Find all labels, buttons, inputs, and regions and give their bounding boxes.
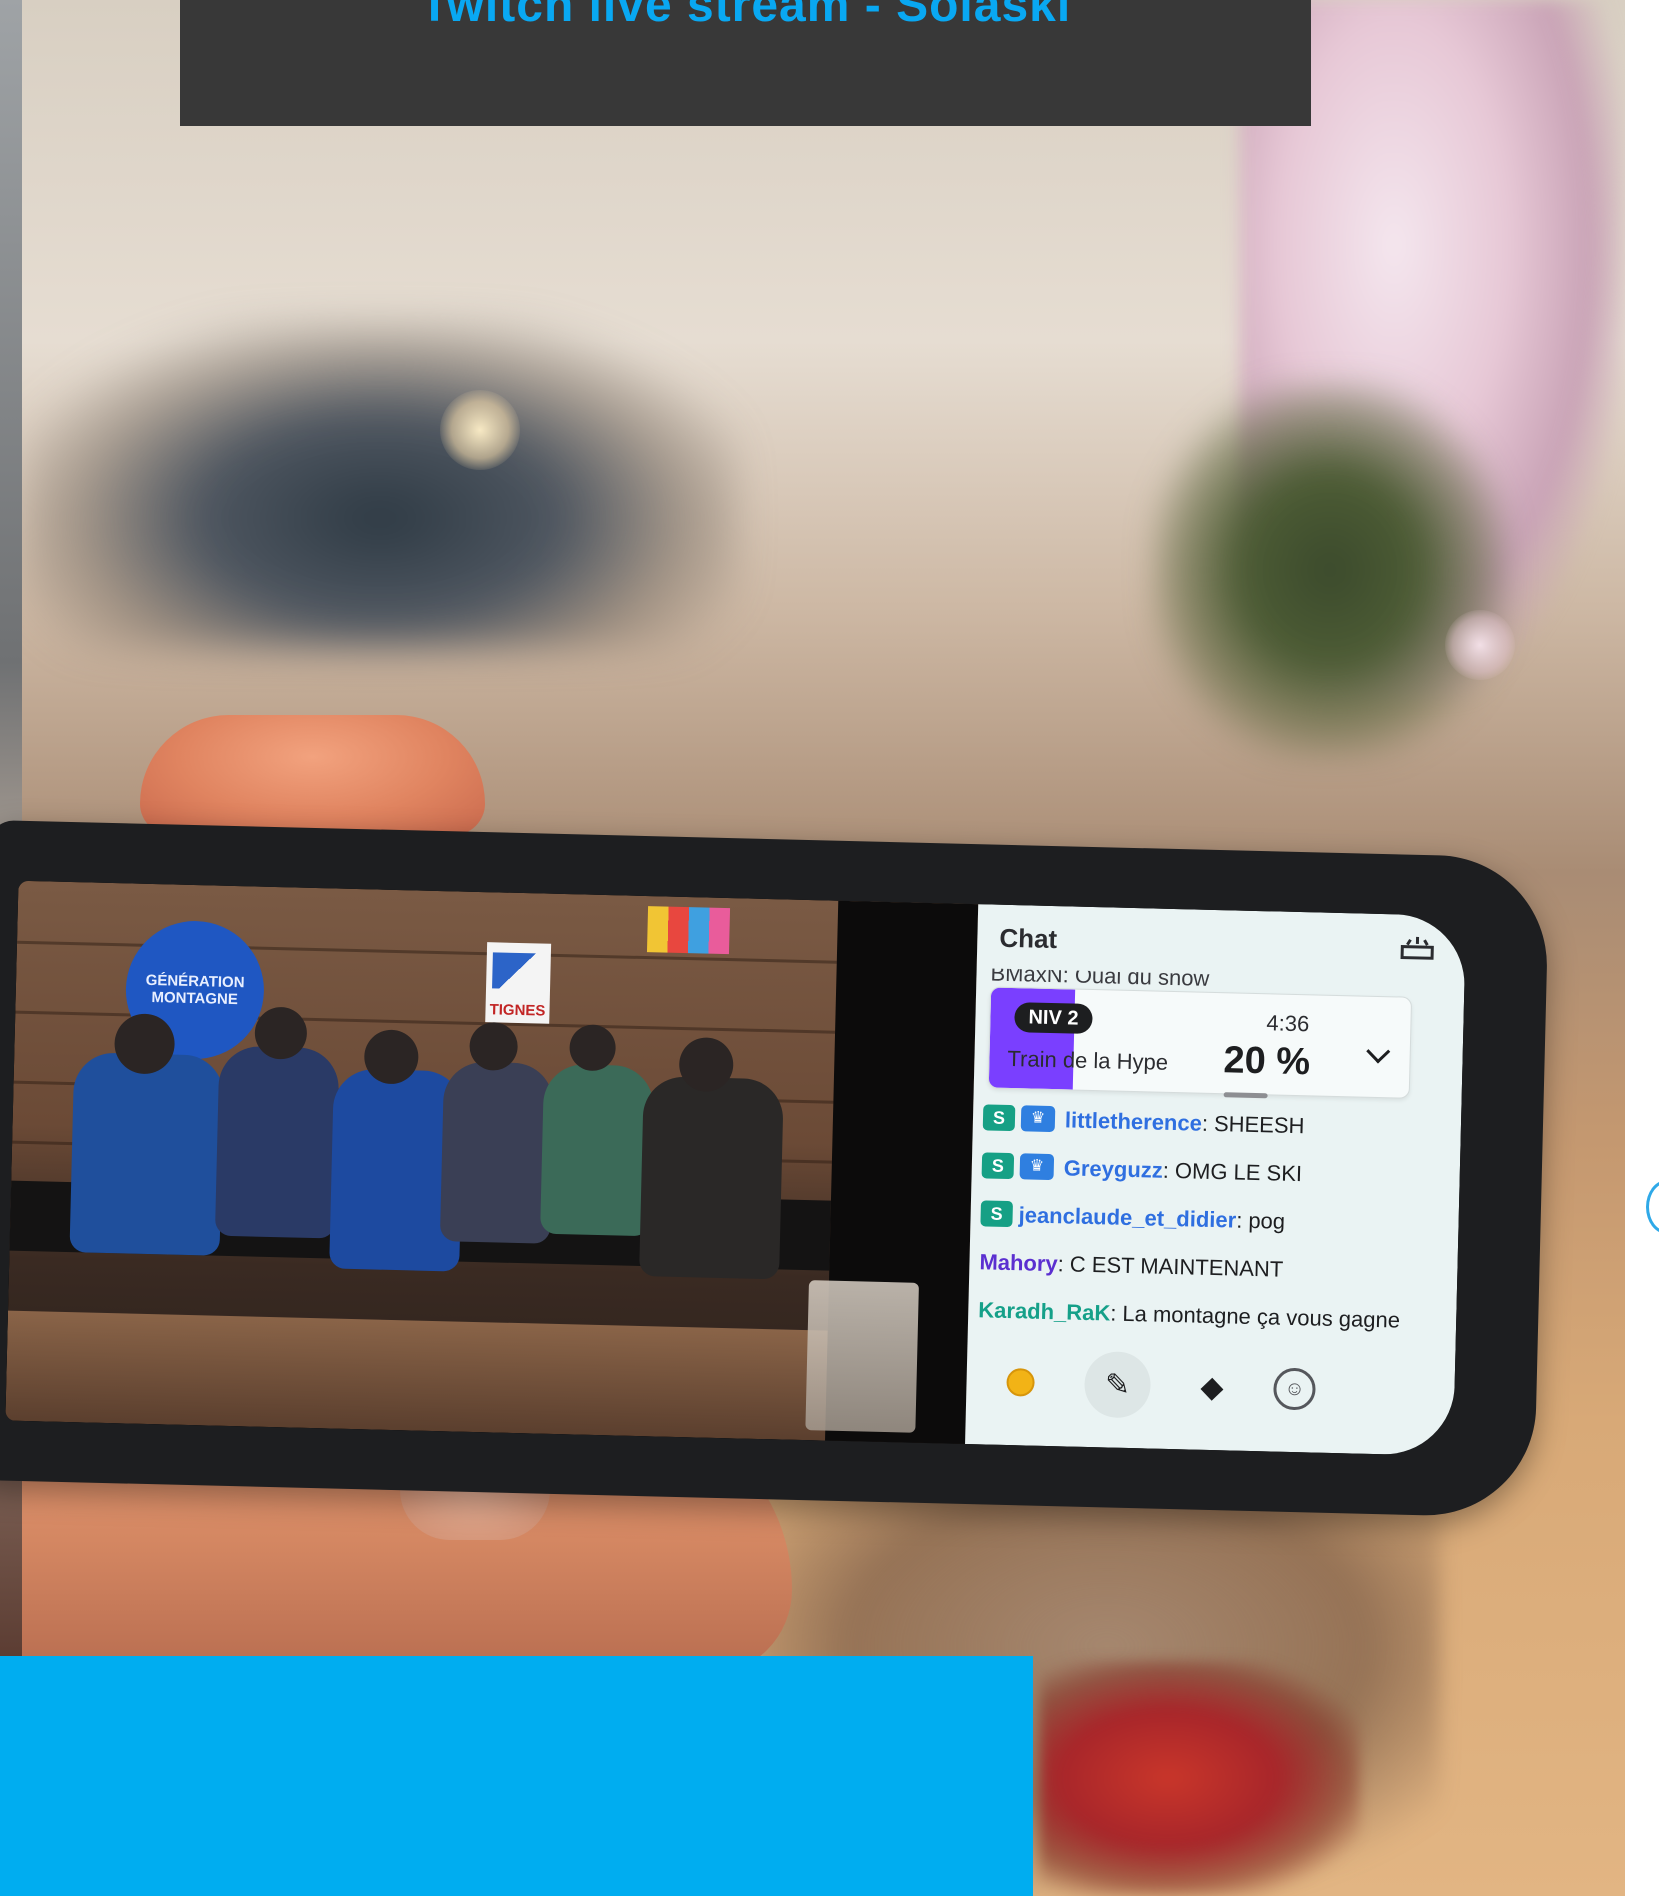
stream-video[interactable]: GÉNÉRATION MONTAGNE TIGNES <box>5 880 979 1445</box>
chat-text: SHEESH <box>1213 1110 1305 1139</box>
background-light <box>1445 610 1515 680</box>
chat-username[interactable]: Karadh_RaK <box>978 1296 1111 1327</box>
subscriber-badge-icon: S <box>981 1152 1015 1180</box>
colon-separator: : <box>1235 1207 1243 1233</box>
skier-person <box>540 1063 655 1237</box>
hype-train-timer: 4:36 <box>1266 1010 1310 1037</box>
chat-messages: S ♛ littletherence: SHEESH S ♛ Greyguzz:… <box>977 1104 1443 1355</box>
chat-text: C EST MAINTENANT <box>1069 1251 1284 1282</box>
lantern-decor <box>805 1280 919 1433</box>
hype-train-card[interactable]: NIV 2 Train de la Hype 4:36 20 % <box>987 986 1413 1099</box>
colon-separator: : <box>1162 1157 1170 1183</box>
smartphone: GÉNÉRATION MONTAGNE TIGNES Chat BMaxN: O… <box>0 820 1550 1518</box>
pen-icon[interactable]: ✎ <box>1083 1350 1152 1419</box>
crown-badge-icon: ♛ <box>1020 1105 1056 1133</box>
chat-username[interactable]: Mahory <box>979 1248 1058 1278</box>
crown-badge-icon: ♛ <box>1019 1153 1055 1181</box>
hype-train-level: NIV 2 <box>1014 1002 1093 1034</box>
chat-text: pog <box>1248 1207 1286 1234</box>
mountain-peak-icon <box>492 952 543 990</box>
chat-username[interactable]: Greyguzz <box>1063 1154 1164 1184</box>
chat-message: Mahory: C EST MAINTENANT <box>979 1248 1440 1287</box>
page-title: Twitch live stream - Solaski <box>419 0 1072 32</box>
background-plant <box>1150 380 1510 760</box>
coin-icon[interactable] <box>1006 1368 1035 1397</box>
chat-message: S jeanclaude_et_didier: pog <box>980 1200 1441 1239</box>
emoji-icon[interactable]: ☺ <box>1273 1367 1317 1411</box>
chat-message: S ♛ Greyguzz: OMG LE SKI <box>981 1152 1442 1191</box>
colon-separator: : <box>1057 1251 1065 1277</box>
right-page-margin <box>1625 0 1659 1896</box>
tignes-text: TIGNES <box>489 1001 546 1020</box>
skier-person <box>439 1061 555 1244</box>
chat-text: La montagne ça vous gagne <box>1122 1300 1401 1333</box>
hype-train-percent: 20 % <box>1222 1039 1311 1084</box>
skier-person <box>69 1052 225 1256</box>
chat-panel: Chat BMaxN: Ouai du snow NIV 2 Train de … <box>965 904 1467 1456</box>
tignes-logo: TIGNES <box>485 942 552 1024</box>
community-icon[interactable] <box>1399 934 1436 961</box>
wall-posters <box>646 906 731 955</box>
chat-username[interactable]: littletherence <box>1065 1106 1203 1137</box>
chat-message: S ♛ littletherence: SHEESH <box>982 1104 1444 1143</box>
diamond-icon[interactable]: ◆ <box>1200 1369 1224 1405</box>
chat-text: OMG LE SKI <box>1174 1158 1303 1187</box>
subscriber-badge-icon: S <box>980 1200 1013 1228</box>
accent-block <box>0 1656 1033 1896</box>
background-lamp <box>440 390 520 470</box>
chat-toolbar: ✎ ◆ ☺ <box>965 1336 1455 1438</box>
background-couch <box>20 320 740 650</box>
skier-person <box>639 1076 784 1280</box>
background-fruit-bowl <box>1040 1660 1360 1896</box>
chat-title: Chat <box>999 922 1058 954</box>
hype-train-label: Train de la Hype <box>1007 1045 1169 1075</box>
skier-person <box>214 1045 340 1239</box>
chat-username[interactable]: jeanclaude_et_didier <box>1018 1201 1236 1234</box>
chevron-down-icon[interactable] <box>1366 1039 1391 1064</box>
generation-montagne-text: GÉNÉRATION MONTAGNE <box>145 971 245 1009</box>
studio-floor <box>5 1310 828 1441</box>
thumb-top <box>140 715 485 835</box>
colon-separator: : <box>1110 1300 1117 1326</box>
chat-message: Karadh_RaK: La montagne ça vous gagne <box>978 1296 1439 1335</box>
phone-screen: GÉNÉRATION MONTAGNE TIGNES Chat BMaxN: O… <box>5 880 1467 1456</box>
colon-separator: : <box>1201 1110 1209 1136</box>
drag-handle[interactable] <box>1223 1092 1268 1099</box>
title-banner: Twitch live stream - Solaski <box>180 0 1311 126</box>
subscriber-badge-icon: S <box>982 1104 1016 1132</box>
